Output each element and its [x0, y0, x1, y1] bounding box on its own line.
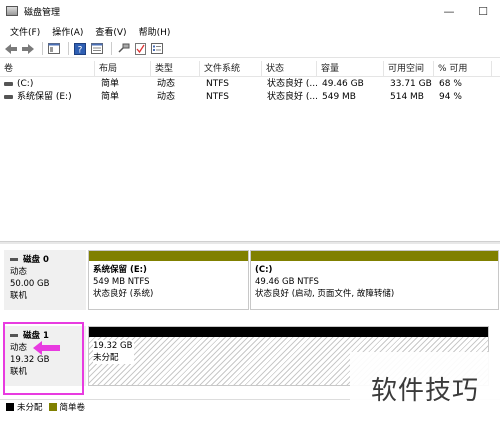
- capacity-cell: 49.46 GB: [322, 79, 364, 89]
- legend-swatch: [48, 402, 57, 411]
- legend-item-unallocated: 未分配: [6, 401, 43, 413]
- partition-c-drive[interactable]: (C:) 49.46 GB NTFS 状态良好 (启动, 页面文件, 故障转储): [250, 250, 499, 310]
- legend-item-simple-volume: 简单卷: [48, 401, 86, 413]
- partition-size: 19.32 GB: [93, 341, 133, 351]
- minimize-button[interactable]: —: [432, 0, 466, 22]
- partition-details: 19.32 GB 未分配: [93, 340, 135, 364]
- maximize-button[interactable]: ☐: [466, 0, 500, 22]
- legend-label: 未分配: [17, 402, 43, 413]
- disk-0-info[interactable]: 磁盘 0 动态 50.00 GB 联机: [4, 250, 86, 310]
- menu-help[interactable]: 帮助(H): [133, 25, 177, 38]
- disk-management-window: 磁盘管理 — ☐ 文件(F) 操作(A) 查看(V) 帮助(H) ? 卷 布局 …: [0, 0, 500, 425]
- volume-name: 系统保留 (E:): [17, 92, 72, 102]
- disk-management-app-icon: [6, 6, 18, 16]
- type-cell: 动态: [157, 92, 176, 102]
- disk-size: 50.00 GB: [10, 279, 50, 289]
- partition-status: 状态良好 (系统): [93, 289, 154, 299]
- layout-cell: 简单: [101, 92, 120, 102]
- column-header-free-space[interactable]: 可用空间: [384, 61, 434, 77]
- svg-text:?: ?: [78, 45, 83, 55]
- properties-list-icon[interactable]: [150, 42, 164, 56]
- partition-title: 系统保留 (E:): [93, 265, 147, 275]
- window-title: 磁盘管理: [24, 7, 61, 18]
- column-header-filesystem[interactable]: 文件系统: [200, 61, 262, 77]
- window-controls: — ☐: [432, 0, 500, 22]
- volume-name: (C:): [17, 79, 34, 89]
- back-arrow-icon[interactable]: [4, 42, 18, 56]
- menu-file[interactable]: 文件(F): [4, 25, 46, 38]
- checklist-icon[interactable]: [133, 42, 147, 56]
- status-cell: 状态良好 (...: [267, 79, 318, 89]
- table-row[interactable]: (C:) 简单 动态 NTFS 状态良好 (... 49.46 GB 33.71…: [0, 78, 500, 91]
- volume-icon: [4, 81, 13, 86]
- partition-system-reserved[interactable]: 系统保留 (E:) 549 MB NTFS 状态良好 (系统): [88, 250, 249, 310]
- partition-size: 49.46 GB NTFS: [255, 277, 319, 287]
- volume-name-cell: 系统保留 (E:): [0, 91, 72, 104]
- partition-bar: [251, 251, 498, 261]
- menu-view[interactable]: 查看(V): [89, 25, 132, 38]
- connect-disk-icon[interactable]: [116, 42, 130, 56]
- partition-size: 549 MB NTFS: [93, 277, 150, 287]
- column-header-type[interactable]: 类型: [151, 61, 200, 77]
- column-header-volume[interactable]: 卷: [0, 61, 95, 77]
- disk-status: 联机: [10, 291, 28, 301]
- menu-bar: 文件(F) 操作(A) 查看(V) 帮助(H): [0, 22, 500, 40]
- partition-bar: [89, 251, 248, 261]
- toolbar: ?: [0, 40, 500, 58]
- partition-title: (C:): [255, 265, 273, 275]
- partition-details: 系统保留 (E:) 549 MB NTFS 状态良好 (系统): [93, 264, 153, 300]
- forward-arrow-icon[interactable]: [21, 42, 35, 56]
- percent-free-cell: 94 %: [439, 92, 462, 102]
- partition-details: (C:) 49.46 GB NTFS 状态良好 (启动, 页面文件, 故障转储): [255, 264, 394, 300]
- table-row[interactable]: 系统保留 (E:) 简单 动态 NTFS 状态良好 (... 549 MB 51…: [0, 91, 500, 104]
- disk-icon: [10, 258, 18, 261]
- column-header-percent-free[interactable]: % 可用: [434, 61, 492, 77]
- watermark: 软件技巧: [350, 352, 500, 425]
- menu-action[interactable]: 操作(A): [46, 25, 89, 38]
- toolbar-separator: [68, 42, 69, 55]
- volume-list: 卷 布局 类型 文件系统 状态 容量 可用空间 % 可用 (C:) 简单 动态 …: [0, 61, 500, 241]
- pointer-arrow-icon: [32, 340, 62, 359]
- column-header-layout[interactable]: 布局: [95, 61, 151, 77]
- toolbar-separator: [42, 42, 43, 55]
- disk-name: 磁盘 0: [23, 255, 49, 265]
- layout-cell: 简单: [101, 79, 120, 89]
- volume-icon: [4, 94, 13, 99]
- partition-status: 状态良好 (启动, 页面文件, 故障转储): [255, 289, 395, 299]
- volume-name-cell: (C:): [0, 78, 33, 91]
- free-space-cell: 514 MB: [390, 92, 424, 102]
- capacity-cell: 549 MB: [322, 92, 356, 102]
- percent-free-cell: 68 %: [439, 79, 462, 89]
- status-cell: 状态良好 (...: [267, 92, 318, 102]
- console-tree-icon[interactable]: [47, 42, 61, 56]
- legend-label: 简单卷: [59, 402, 86, 413]
- filesystem-cell: NTFS: [206, 92, 229, 102]
- column-header-status[interactable]: 状态: [262, 61, 317, 77]
- filesystem-cell: NTFS: [206, 79, 229, 89]
- partition-status: 未分配: [93, 353, 119, 363]
- disk-type: 动态: [10, 267, 28, 277]
- volume-list-header: 卷 布局 类型 文件系统 状态 容量 可用空间 % 可用: [0, 61, 500, 77]
- type-cell: 动态: [157, 79, 176, 89]
- properties-icon[interactable]: [90, 42, 104, 56]
- help-icon[interactable]: ?: [73, 42, 87, 56]
- title-bar: 磁盘管理 — ☐: [0, 0, 500, 22]
- partition-bar: [89, 327, 488, 337]
- free-space-cell: 33.71 GB: [390, 79, 432, 89]
- toolbar-separator: [111, 42, 112, 55]
- column-header-capacity[interactable]: 容量: [317, 61, 384, 77]
- legend-swatch: [6, 402, 14, 411]
